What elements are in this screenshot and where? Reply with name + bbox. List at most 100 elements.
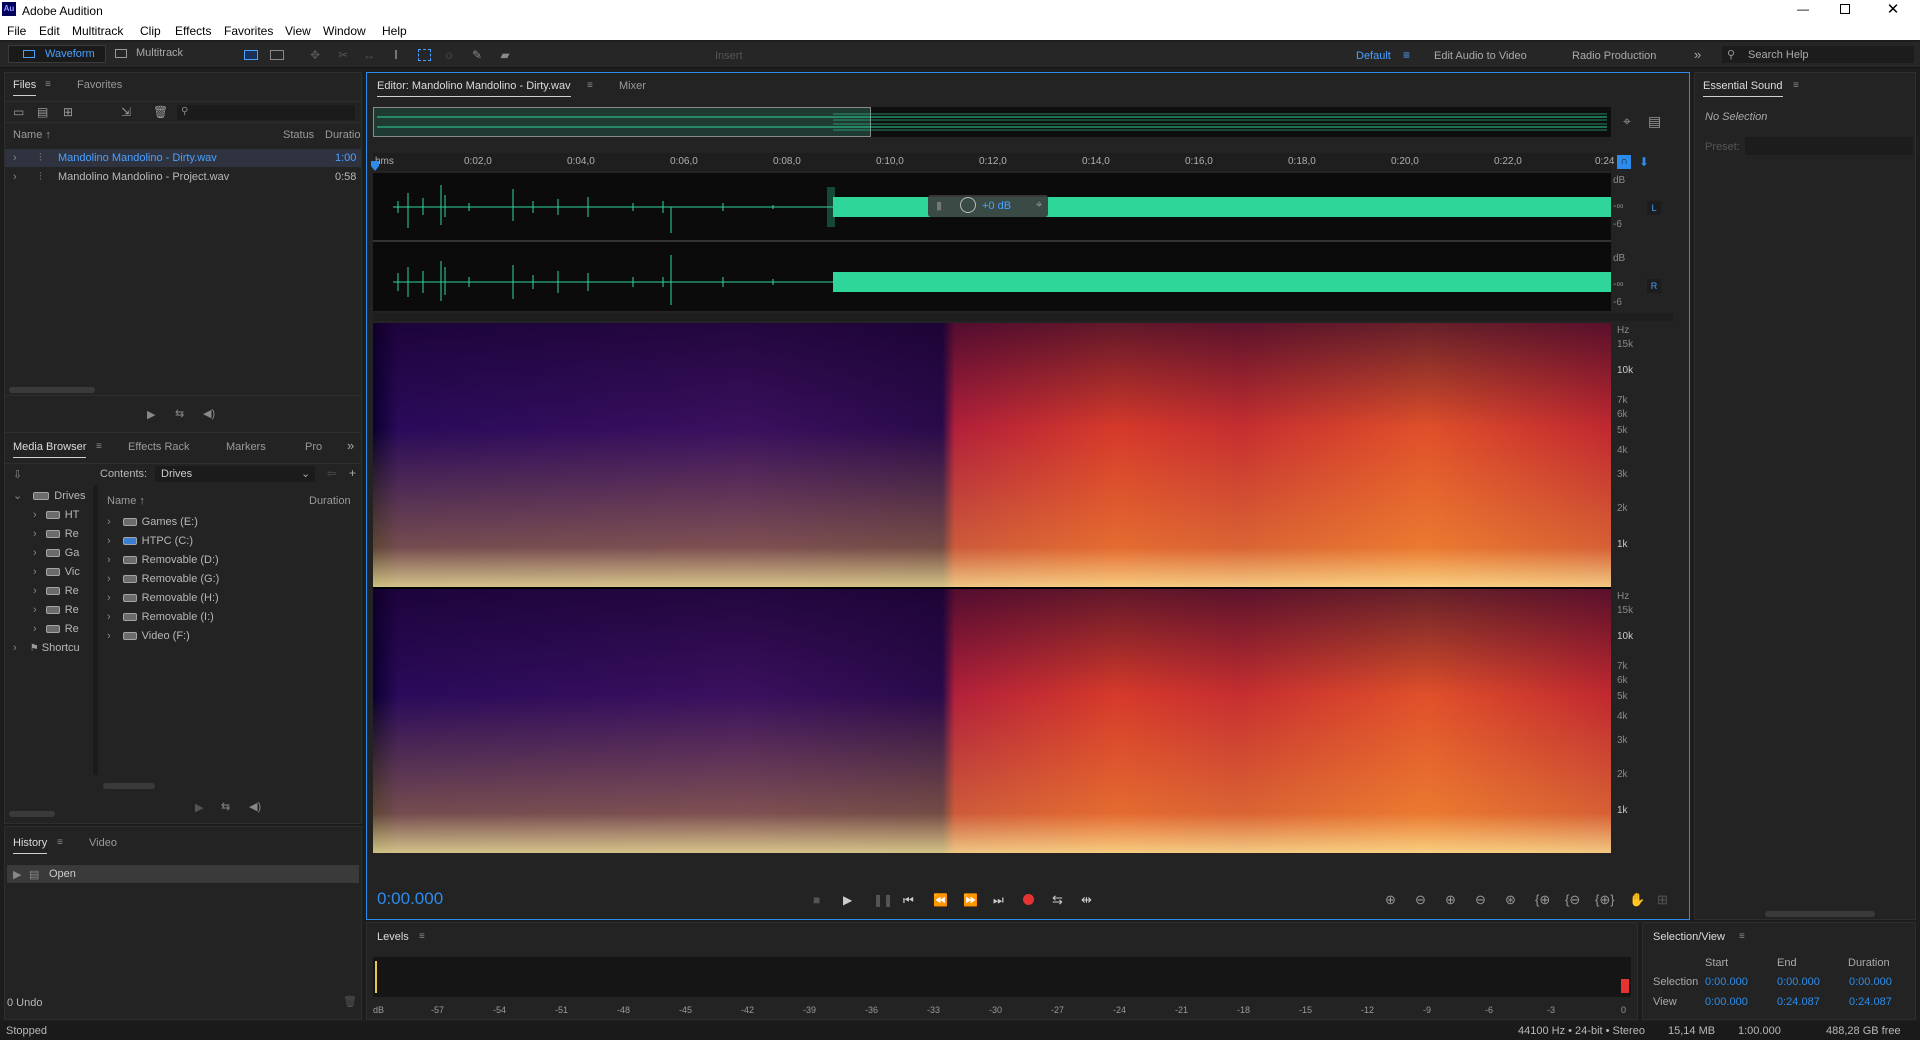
zoom-out-point-icon[interactable]: {⊖ — [1565, 892, 1580, 908]
skip-selection-icon[interactable]: ⇹ — [1081, 892, 1092, 908]
record-icon[interactable] — [1023, 894, 1034, 905]
restore-icon[interactable] — [1840, 4, 1850, 14]
menu-window[interactable]: Window — [323, 24, 366, 38]
pause-icon[interactable]: ❚❚ — [873, 893, 893, 907]
files-menu-icon[interactable]: ≡ — [45, 79, 51, 90]
play-icon[interactable]: ▶ — [195, 801, 203, 814]
spectral-pitch-icon[interactable] — [270, 50, 284, 60]
delete-icon[interactable]: 🗑 — [153, 106, 168, 118]
view-start[interactable]: 0:00.000 — [1705, 996, 1748, 1008]
column-name[interactable]: Name ↑ — [13, 129, 51, 141]
tab-files[interactable]: Files — [13, 79, 37, 96]
multitrack-button[interactable]: Multitrack — [112, 45, 194, 63]
import-file-icon[interactable]: ▤ — [37, 106, 48, 118]
preset-select[interactable] — [1745, 137, 1913, 155]
knob-icon[interactable] — [960, 197, 976, 213]
tab-video[interactable]: Video — [89, 837, 117, 849]
delete-history-icon[interactable]: 🗑 — [343, 995, 357, 1008]
tree-item[interactable]: › HT — [5, 506, 91, 524]
skip-to-end-icon[interactable]: ⏭ — [993, 893, 1004, 908]
spectral-frequency-icon[interactable] — [244, 50, 258, 60]
view-duration[interactable]: 0:24.087 — [1849, 996, 1892, 1008]
media-scrollbar[interactable] — [103, 783, 155, 789]
loop-icon[interactable]: ⇆ — [175, 407, 184, 420]
tab-effects-rack[interactable]: Effects Rack — [128, 441, 190, 453]
insert-into-multitrack-icon[interactable]: ⇲ — [121, 106, 131, 118]
menu-file[interactable]: File — [7, 24, 26, 38]
pin-icon[interactable]: ⌖ — [1036, 199, 1042, 212]
spectral-divider[interactable] — [373, 313, 1673, 321]
channel-left-toggle[interactable]: L — [1647, 201, 1661, 215]
levels-menu-icon[interactable]: ≡ — [419, 931, 425, 942]
files-horizontal-scrollbar[interactable] — [9, 387, 95, 393]
file-row[interactable]: › ⫶ Mandolino Mandolino - Project.wav 0:… — [5, 168, 361, 186]
playhead-marker-icon[interactable] — [371, 161, 379, 171]
zoom-in-point-icon[interactable]: {⊕ — [1535, 892, 1550, 908]
play-icon[interactable]: ▶ — [147, 408, 155, 421]
tree-item[interactable]: › Re — [5, 601, 91, 619]
workspace-menu-icon[interactable]: ≡ — [1403, 48, 1410, 62]
tree-item[interactable]: › Re — [5, 582, 91, 600]
menu-clip[interactable]: Clip — [140, 24, 161, 38]
channel-right-toggle[interactable]: R — [1647, 279, 1661, 293]
add-shortcut-icon[interactable]: + — [349, 466, 356, 480]
essential-sound-title[interactable]: Essential Sound — [1703, 80, 1783, 97]
tab-media-browser[interactable]: Media Browser — [13, 441, 87, 458]
tab-history[interactable]: History — [13, 837, 48, 854]
zoom-in-time-icon[interactable]: ⊕ — [1445, 892, 1456, 908]
tree-drives[interactable]: ⌄ Drives — [5, 487, 91, 505]
zoom-selection-icon[interactable]: {⊕} — [1595, 892, 1615, 908]
move-tool-icon[interactable]: ✥ — [308, 49, 322, 61]
expand-icon[interactable]: › — [13, 152, 17, 164]
spectral-display[interactable] — [373, 323, 1611, 853]
brush-tool-icon[interactable]: ✎ — [470, 49, 484, 61]
levels-title[interactable]: Levels — [377, 931, 409, 943]
tree-shortcuts[interactable]: › ⚑ Shortcu — [5, 639, 91, 657]
close-icon[interactable]: ✕ — [1885, 0, 1901, 20]
zoom-hand-icon[interactable]: ✋ — [1629, 892, 1645, 908]
list-item[interactable]: › Video (F:) — [101, 627, 361, 645]
media-browser-menu-icon[interactable]: ≡ — [96, 441, 102, 452]
waveform-button[interactable]: Waveform — [8, 45, 106, 63]
list-item[interactable]: › Games (E:) — [101, 513, 361, 531]
clip-indicator[interactable] — [1621, 979, 1629, 993]
list-item[interactable]: › HTPC (C:) — [101, 532, 361, 550]
workspace-default[interactable]: Default — [1356, 50, 1391, 62]
search-help-field[interactable]: ⚲ Search Help — [1722, 46, 1914, 63]
rewind-icon[interactable]: ⏪ — [933, 893, 948, 907]
essential-sound-scrollbar[interactable] — [1765, 911, 1875, 917]
fast-forward-icon[interactable]: ⏩ — [963, 893, 978, 907]
time-selection-tool-icon[interactable]: Ⅰ — [389, 49, 403, 61]
zoom-to-fit-icon[interactable]: ⌖ — [1623, 113, 1631, 130]
menu-effects[interactable]: Effects — [175, 24, 211, 38]
list-item[interactable]: › Removable (D:) — [101, 551, 361, 569]
stop-icon[interactable]: ■ — [813, 893, 820, 907]
selection-duration[interactable]: 0:00.000 — [1849, 976, 1892, 988]
import-icon[interactable]: ⇩ — [13, 468, 22, 481]
history-item[interactable]: ▶ ▤ Open — [7, 865, 359, 883]
lasso-tool-icon[interactable]: ◌ — [442, 49, 456, 61]
autoplay-icon[interactable]: ◀) — [249, 800, 261, 813]
menu-favorites[interactable]: Favorites — [224, 24, 273, 38]
menu-multitrack[interactable]: Multitrack — [72, 24, 123, 38]
tree-item[interactable]: › Re — [5, 620, 91, 638]
razor-tool-icon[interactable]: ✂ — [336, 49, 350, 61]
menu-view[interactable]: View — [285, 24, 311, 38]
selection-end[interactable]: 0:00.000 — [1777, 976, 1820, 988]
tab-editor[interactable]: Editor: Mandolino Mandolino - Dirty.wav — [377, 80, 571, 97]
hud-gain-control[interactable]: ▮ +0 dB ⌖ — [928, 195, 1048, 217]
contents-select[interactable]: Drives ⌄ — [155, 466, 315, 482]
play-icon[interactable]: ▶ — [843, 893, 852, 907]
list-item[interactable]: › Removable (G:) — [101, 570, 361, 588]
zoom-out-time-icon[interactable]: ⊖ — [1475, 892, 1486, 908]
slip-tool-icon[interactable]: ↔ — [362, 49, 376, 61]
tree-item[interactable]: › Vic — [5, 563, 91, 581]
workspace-edit-audio-to-video[interactable]: Edit Audio to Video — [1434, 50, 1527, 62]
overview-options-icon[interactable]: ▤ — [1648, 113, 1661, 130]
more-panels-icon[interactable]: » — [347, 438, 354, 453]
marquee-tool-icon[interactable] — [418, 49, 431, 61]
column-status[interactable]: Status — [283, 129, 314, 141]
list-item[interactable]: › Removable (I:) — [101, 608, 361, 626]
zoom-out-full-icon[interactable]: ⊛ — [1505, 892, 1516, 908]
back-icon[interactable]: ⇦ — [327, 467, 336, 480]
